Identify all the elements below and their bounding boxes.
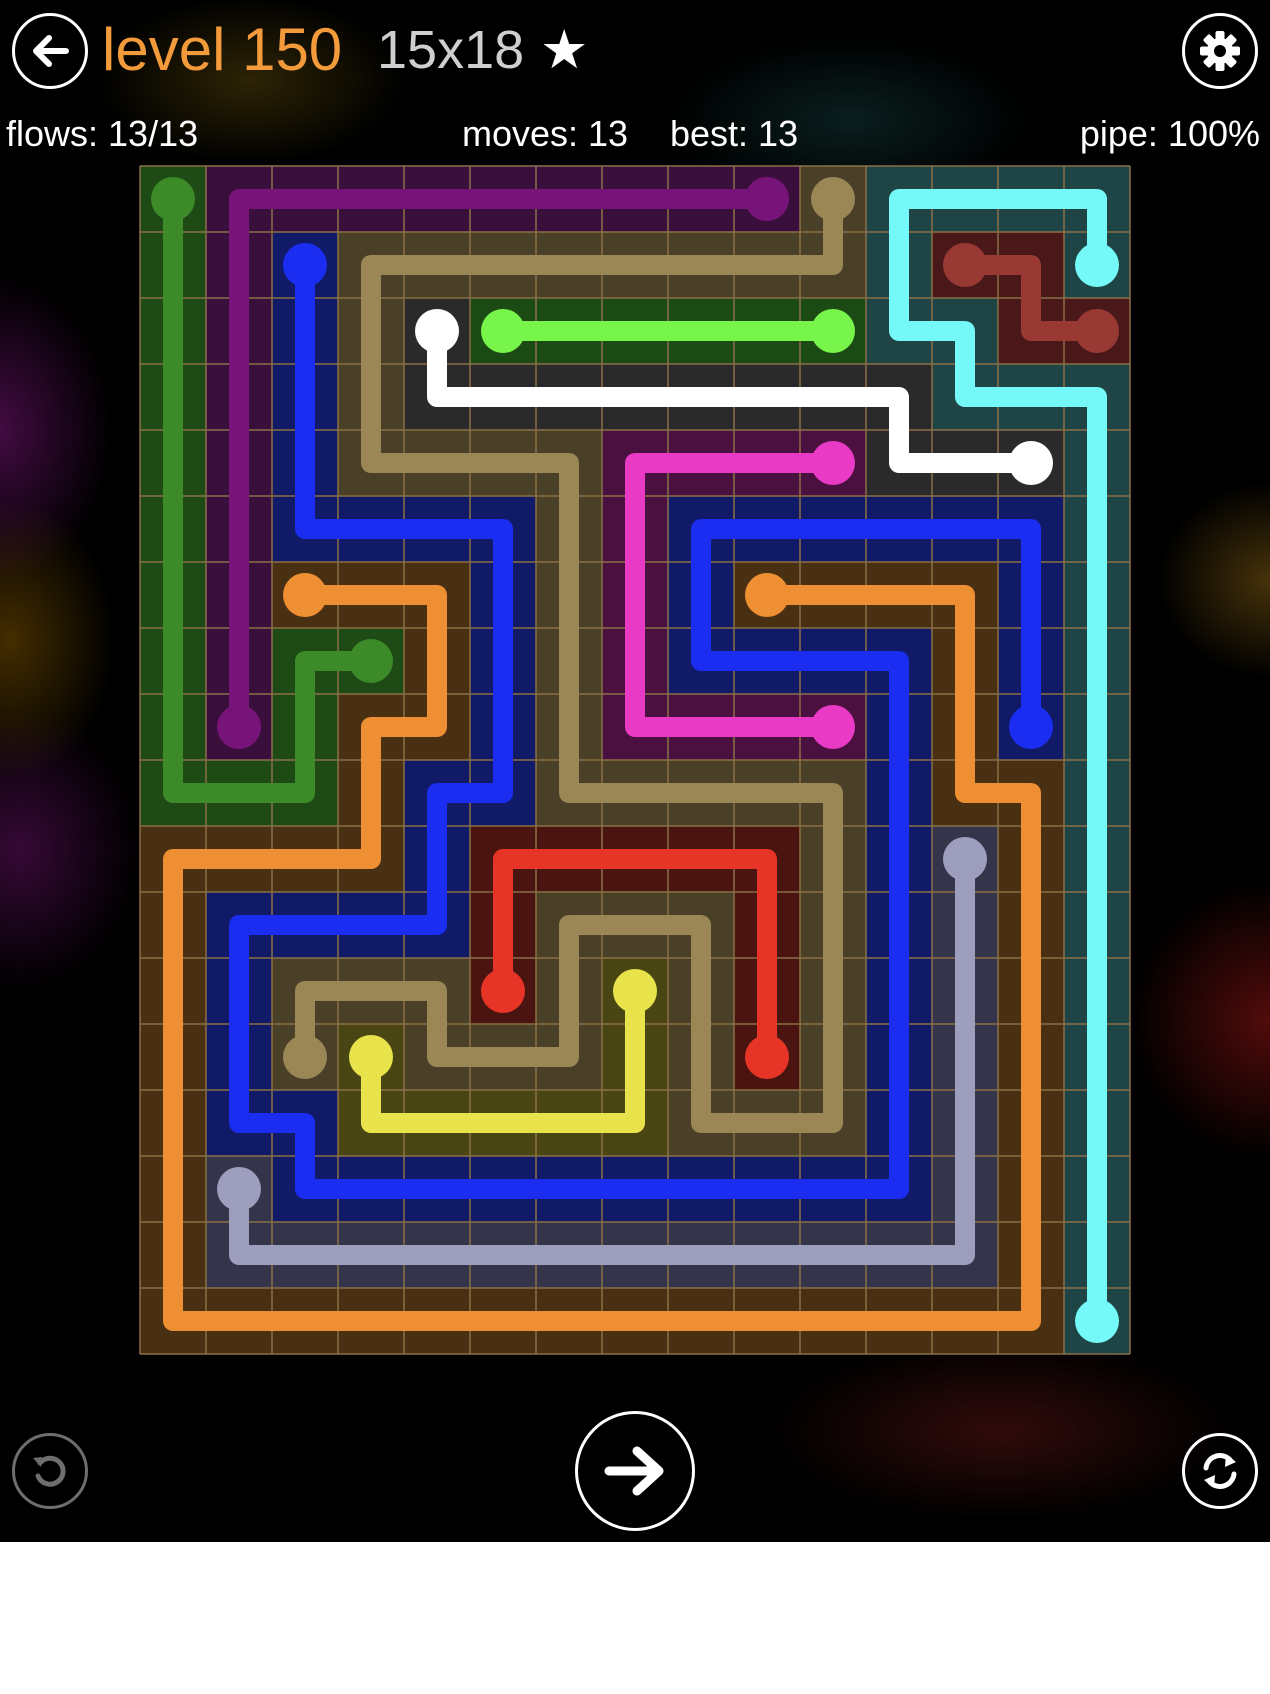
- dot-darkred: [943, 243, 987, 287]
- dot-yellow: [349, 1035, 393, 1079]
- dot-orange: [283, 573, 327, 617]
- dot-purple: [217, 705, 261, 749]
- refresh-icon: [1203, 1453, 1237, 1489]
- dot-tan: [283, 1035, 327, 1079]
- dot-lime: [481, 309, 525, 353]
- level-title: level 150: [102, 16, 343, 83]
- best-counter: best: 13: [670, 113, 799, 154]
- dot-blue: [1009, 705, 1053, 749]
- dot-cyan: [1075, 243, 1119, 287]
- dot-lavender: [943, 837, 987, 881]
- refresh-button[interactable]: [1182, 1433, 1258, 1509]
- settings-button[interactable]: [1182, 13, 1258, 89]
- dot-white: [1009, 441, 1053, 485]
- dot-green: [151, 177, 195, 221]
- next-arrow-icon: [604, 1446, 664, 1496]
- dot-red: [481, 969, 525, 1013]
- dot-lime: [811, 309, 855, 353]
- undo-button[interactable]: [12, 1433, 88, 1509]
- star-icon: ★: [540, 20, 589, 80]
- next-level-button[interactable]: [575, 1411, 695, 1531]
- dot-orange: [745, 573, 789, 617]
- dot-darkred: [1075, 309, 1119, 353]
- back-button[interactable]: [12, 13, 88, 89]
- dot-yellow: [613, 969, 657, 1013]
- dot-blue: [283, 243, 327, 287]
- dot-magenta: [811, 705, 855, 749]
- back-arrow-icon: [33, 35, 69, 67]
- dot-magenta: [811, 441, 855, 485]
- dot-red: [745, 1035, 789, 1079]
- puzzle-board[interactable]: [139, 165, 1131, 1355]
- grid-size-label: 15x18: [377, 20, 525, 80]
- dot-cyan: [1075, 1299, 1119, 1343]
- game-screen: level 150 15x18 ★ flows: 13/13 moves: 13…: [0, 0, 1270, 1542]
- dot-green: [349, 639, 393, 683]
- moves-counter: moves: 13: [462, 113, 629, 154]
- dot-tan: [811, 177, 855, 221]
- dot-purple: [745, 177, 789, 221]
- gear-icon: [1200, 31, 1240, 71]
- flows-counter: flows: 13/13: [6, 113, 199, 154]
- undo-icon: [33, 1455, 66, 1487]
- dot-lavender: [217, 1167, 261, 1211]
- dot-white: [415, 309, 459, 353]
- pipe-percentage: pipe: 100%: [1079, 113, 1260, 154]
